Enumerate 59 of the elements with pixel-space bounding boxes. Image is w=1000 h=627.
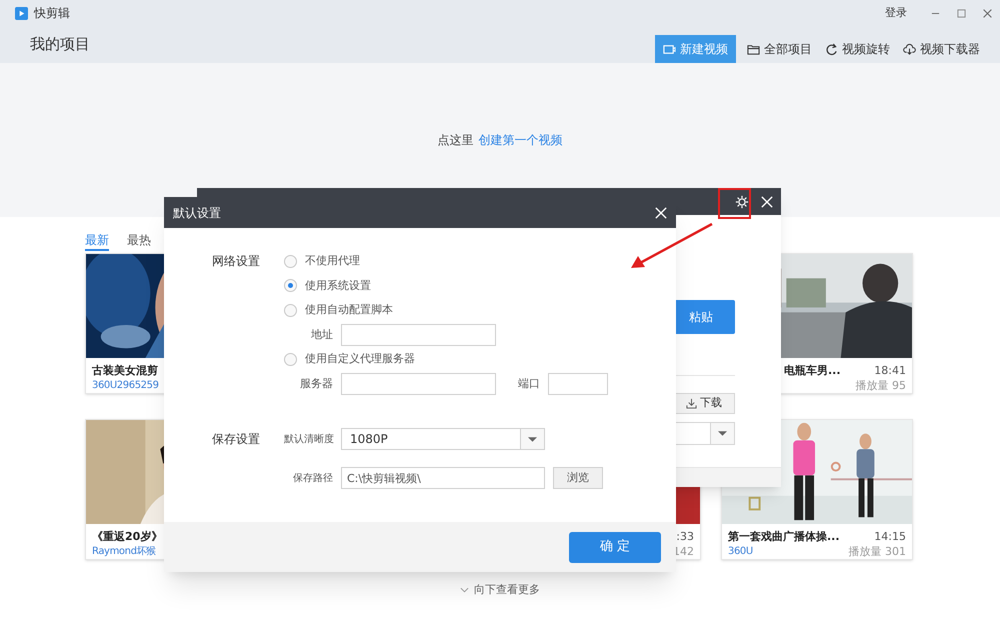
maximize-icon[interactable] — [957, 8, 966, 18]
video-title: 古装美女混剪 — [92, 363, 159, 378]
video-title: 第一套戏曲广播体操... — [728, 529, 840, 544]
rotate-icon — [825, 42, 838, 56]
settings-icon[interactable] — [735, 194, 749, 208]
video-author[interactable]: 360U2965259 — [92, 378, 159, 393]
chevron-down-icon — [460, 587, 469, 594]
video-title: 电瓶车男... — [784, 363, 841, 378]
field-label: 保存路径 — [292, 472, 333, 486]
nav-tab[interactable]: 视频旋转 — [823, 35, 892, 63]
nav-tab[interactable]: 全部项目 — [745, 35, 814, 63]
caret-icon — [528, 436, 537, 442]
video-duration: 14:15 — [874, 529, 906, 544]
page-title: 我的项目 — [30, 34, 90, 54]
text-field[interactable] — [341, 324, 496, 346]
create-prompt: 点这里 — [438, 132, 474, 149]
field-label: 端口 — [517, 376, 540, 392]
field-label: 服务器 — [299, 376, 333, 392]
login-link[interactable]: 登录 — [885, 4, 907, 22]
quality-select[interactable]: 1080P — [341, 428, 545, 450]
annotation-box — [718, 188, 751, 219]
video-title: 《重返20岁》 — [92, 529, 162, 544]
dialog-title: 默认设置 — [173, 204, 221, 222]
radio-label: 不使用代理 — [305, 253, 360, 269]
folder-icon — [747, 42, 760, 56]
browse-button[interactable]: 浏览 — [553, 467, 603, 489]
video-author[interactable]: Raymond坏猴 — [92, 544, 162, 559]
play-count: 播放量 95 — [856, 378, 906, 393]
app-logo-icon — [15, 6, 28, 20]
radio-button[interactable] — [284, 304, 297, 317]
screen-icon — [663, 42, 676, 56]
radio-label: 使用自定义代理服务器 — [305, 351, 415, 367]
cloud-download-icon — [903, 42, 916, 56]
caret-icon — [718, 431, 727, 436]
section-label: 网络设置 — [212, 253, 261, 270]
feed-tab[interactable]: 最热 — [127, 231, 151, 251]
create-video-link[interactable]: 创建第一个视频 — [478, 131, 562, 149]
path-field[interactable]: C:\快剪辑视频\ — [341, 467, 545, 489]
field-label: 默认清晰度 — [284, 432, 333, 446]
section-label: 保存设置 — [212, 431, 261, 448]
text-field[interactable] — [341, 372, 496, 395]
radio-label: 使用系统设置 — [305, 278, 371, 294]
radio-button[interactable] — [284, 254, 297, 268]
text-field[interactable] — [548, 372, 608, 395]
radio-button[interactable] — [284, 279, 297, 292]
close-icon[interactable] — [983, 8, 992, 18]
feed-tab[interactable]: 最新 — [85, 231, 109, 251]
video-duration: :33 — [676, 529, 694, 544]
video-duration: 18:41 — [874, 363, 906, 378]
radio-button[interactable] — [284, 352, 297, 366]
download-icon — [686, 398, 697, 409]
confirm-button[interactable]: 确 定 — [569, 532, 661, 562]
load-more-link[interactable]: 向下查看更多 — [474, 582, 540, 598]
nav-tab[interactable]: 视频下载器 — [901, 35, 982, 63]
radio-label: 使用自动配置脚本 — [305, 302, 393, 318]
video-author[interactable]: 360U — [728, 544, 840, 559]
play-count: 播放量 301 — [848, 544, 906, 559]
app-name: 快剪辑 — [34, 5, 70, 22]
field-label: 地址 — [310, 326, 333, 342]
